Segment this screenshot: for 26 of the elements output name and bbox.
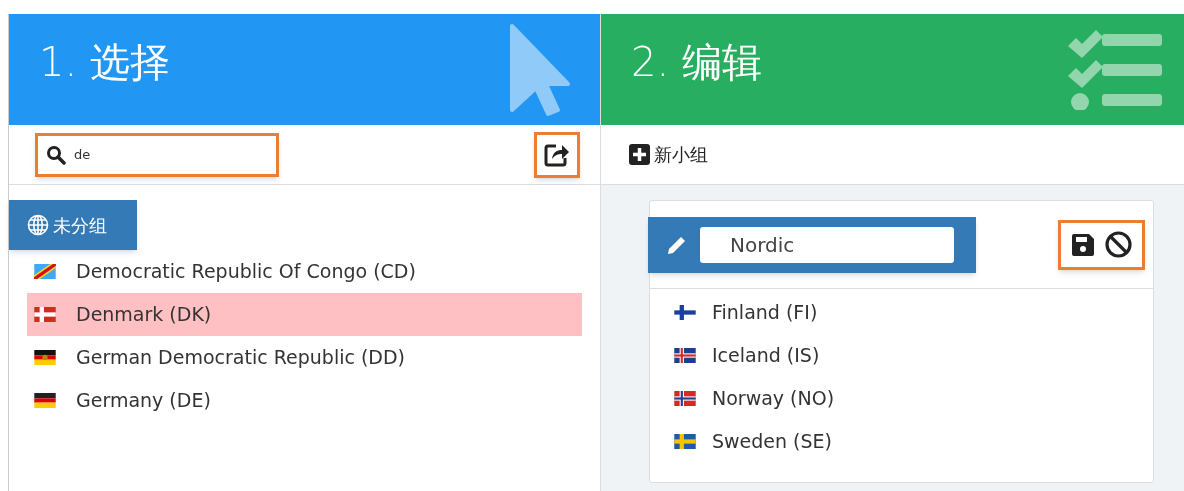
country-row[interactable]: Finland (FI) — [674, 291, 1153, 334]
search-icon — [46, 144, 66, 165]
checklist-icon — [1066, 28, 1162, 110]
cancel-button[interactable] — [1105, 231, 1132, 258]
search-input[interactable]: de — [74, 140, 264, 169]
save-button[interactable] — [1071, 232, 1095, 257]
globe-icon — [27, 214, 49, 236]
group-name-field[interactable]: Nordic — [700, 226, 954, 263]
country-row[interactable]: Democratic Republic Of Congo (CD) — [27, 250, 582, 293]
country-row[interactable]: Denmark (DK) — [27, 293, 582, 336]
country-row[interactable]: Sweden (SE) — [674, 420, 1153, 463]
new-group-button[interactable]: 新小组 — [629, 141, 708, 168]
search-field[interactable]: de — [35, 132, 279, 177]
panel-title: 2. 编辑 — [631, 38, 762, 87]
ban-icon — [1105, 231, 1132, 258]
group-label[interactable]: 未分组 — [9, 200, 137, 250]
panel-title: 1. 选择 — [39, 38, 170, 87]
share-icon — [544, 142, 570, 167]
export-button[interactable] — [534, 131, 580, 178]
country-row[interactable]: Germany (DE) — [27, 379, 582, 422]
save-icon — [1071, 232, 1095, 257]
plus-icon — [629, 144, 650, 165]
country-row[interactable]: Iceland (IS) — [674, 334, 1153, 377]
cursor-icon — [508, 22, 572, 118]
country-row[interactable]: German Democratic Republic (DD) — [27, 336, 582, 379]
country-row[interactable]: Norway (NO) — [674, 377, 1153, 420]
